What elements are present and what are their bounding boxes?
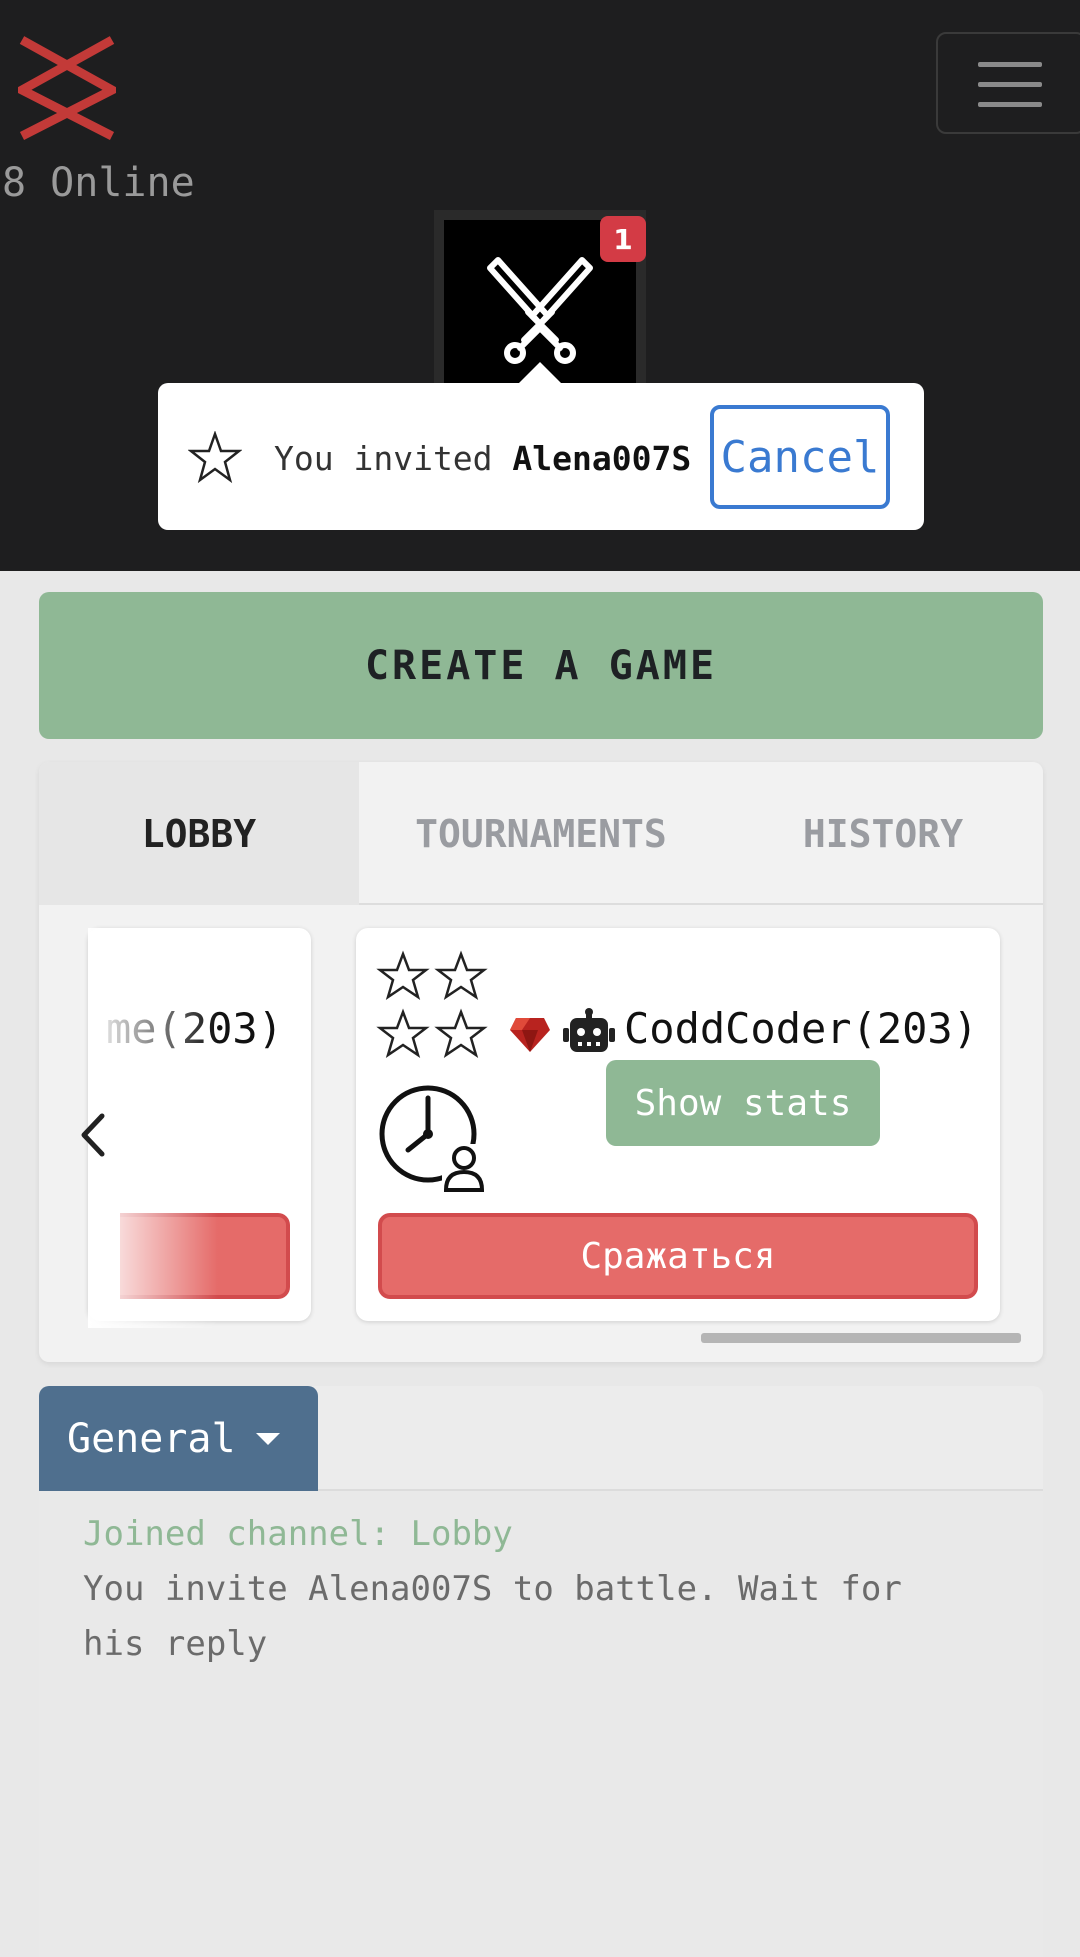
robot-icon [563, 1008, 615, 1052]
ruby-icon [510, 1018, 550, 1052]
clock-user-icon [379, 1085, 488, 1194]
hamburger-line [978, 102, 1042, 107]
logo-icon[interactable] [18, 36, 116, 140]
notification-badge: 1 [600, 216, 646, 262]
difficulty-stars-icon [376, 950, 488, 1058]
hamburger-line [978, 62, 1042, 67]
cancel-invite-button[interactable]: Cancel [710, 405, 890, 509]
invite-prefix: You invited [274, 439, 513, 478]
star-icon [188, 431, 242, 484]
hamburger-line [978, 82, 1042, 87]
menu-toggle-button[interactable] [936, 32, 1080, 134]
invited-username: Alena007S [512, 439, 692, 478]
tab-tournaments[interactable]: TOURNAMENTS [359, 762, 723, 905]
chat-message: his reply [83, 1624, 268, 1664]
chat-panel: General Joined channel: Lobby You invite… [39, 1386, 1043, 1957]
chat-message: You invite Alena007S to battle. Wait for [83, 1569, 902, 1609]
invite-popover: You invited Alena007S Cancel [158, 383, 924, 530]
tab-lobby[interactable]: LOBBY [39, 762, 359, 905]
carousel-scrollbar[interactable] [701, 1333, 1021, 1343]
online-count: 8 Online [2, 160, 195, 206]
chevron-left-icon[interactable] [76, 1110, 112, 1160]
tab-bar: LOBBY TOURNAMENTS HISTORY [39, 762, 1043, 905]
fight-button[interactable]: Сражаться [378, 1213, 978, 1299]
chat-message: Joined channel: Lobby [83, 1514, 513, 1554]
channel-dropdown[interactable]: General [39, 1386, 318, 1491]
chat-header: General [39, 1386, 1043, 1491]
tab-history[interactable]: HISTORY [723, 762, 1043, 905]
invite-message: You invited Alena007S [274, 439, 691, 478]
caret-down-icon [255, 1432, 280, 1445]
player-name: CoddCoder(203) [624, 1004, 979, 1053]
show-stats-button[interactable]: Show stats [606, 1060, 880, 1146]
create-game-button[interactable]: CREATE A GAME [39, 592, 1043, 739]
top-navbar: 8 Online 1 You invited Alena007S Cancel [0, 0, 1080, 571]
channel-label: General [67, 1415, 236, 1462]
popover-arrow [518, 362, 562, 384]
